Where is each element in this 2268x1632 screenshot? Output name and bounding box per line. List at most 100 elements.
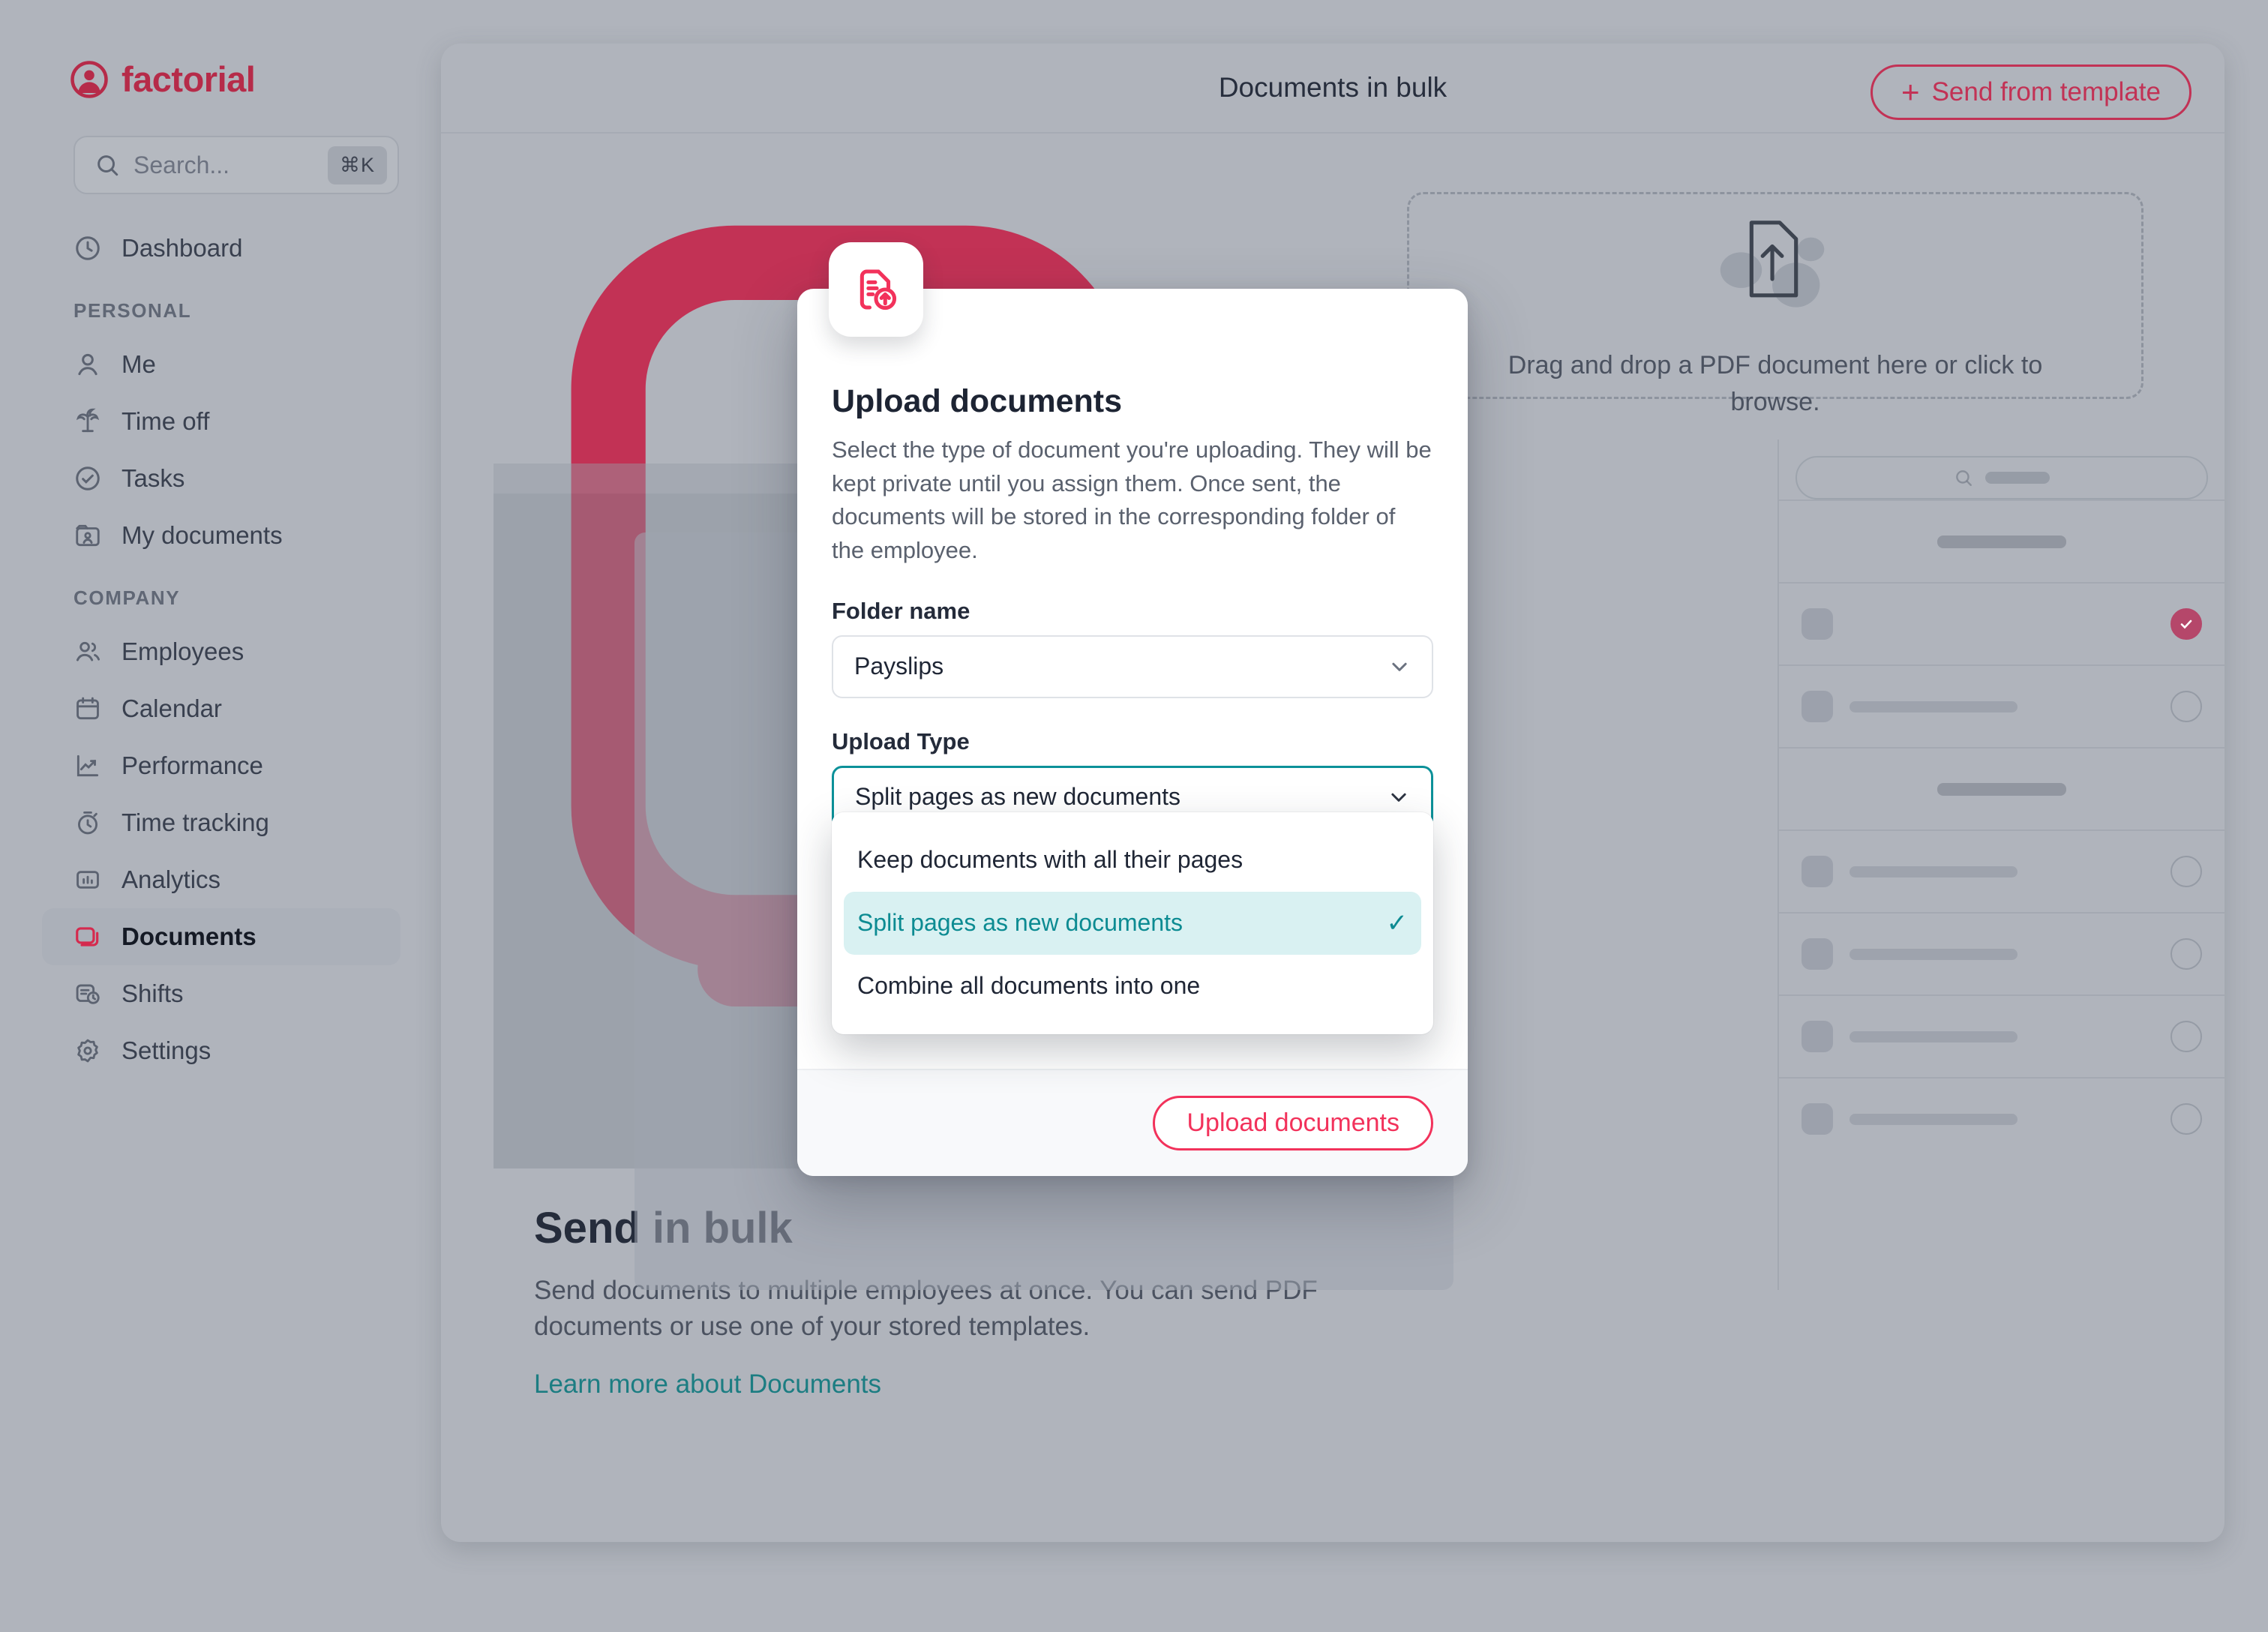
- status-badge: [2170, 856, 2202, 887]
- skeleton-bar: [1937, 782, 2066, 796]
- folder-name-select[interactable]: Payslips: [832, 634, 1433, 698]
- sidebar-item-label: Analytics: [122, 866, 221, 893]
- modal-footer: Upload documents: [797, 1068, 1468, 1176]
- avatar: [1802, 1103, 1833, 1135]
- list-item[interactable]: [1779, 830, 2224, 912]
- upload-type-field: Upload Type Split pages as new documents…: [832, 728, 1433, 1034]
- avatar: [1802, 691, 1833, 722]
- chart-up-icon: [74, 752, 102, 780]
- sidebar-item-label: Calendar: [122, 694, 222, 722]
- send-from-template-label: Send from template: [1931, 77, 2161, 106]
- calendar-icon: [74, 694, 102, 723]
- sidebar-item-label: Dashboard: [122, 234, 243, 262]
- list-item[interactable]: [1779, 994, 2224, 1077]
- sidebar-item-label: Performance: [122, 752, 263, 779]
- avatar: [1802, 1021, 1833, 1052]
- folder-name-field: Folder name Payslips: [832, 598, 1433, 698]
- sidebar-item-tasks[interactable]: Tasks: [42, 450, 400, 507]
- documents-icon: [74, 922, 102, 951]
- sidebar-item-settings[interactable]: Settings: [42, 1022, 400, 1079]
- sidebar-item-time-tracking[interactable]: Time tracking: [42, 794, 400, 851]
- skeleton-side-list: [1778, 440, 2224, 1290]
- sidebar-item-label: Employees: [122, 638, 244, 665]
- dropdown-option-combine-all[interactable]: Combine all documents into one: [844, 955, 1421, 1018]
- sidebar-item-me[interactable]: Me: [42, 336, 400, 393]
- sidebar-item-label: Settings: [122, 1036, 212, 1064]
- check-circle-icon: [74, 464, 102, 493]
- document-upload-icon: [829, 242, 923, 337]
- dropdown-option-keep-pages[interactable]: Keep documents with all their pages: [844, 829, 1421, 892]
- bar-chart-icon: [74, 866, 102, 894]
- list-item[interactable]: [1779, 664, 2224, 747]
- sidebar: factorial Search... ⌘K Dashboard PERSONA: [0, 0, 442, 1632]
- panel-header: Documents in bulk + Send from template: [441, 44, 2224, 134]
- sidebar-item-shifts[interactable]: Shifts: [42, 965, 400, 1022]
- palm-tree-icon: [74, 407, 102, 436]
- folder-person-icon: [74, 521, 102, 550]
- skeleton-bar: [1850, 1030, 2018, 1042]
- list-item[interactable]: [1779, 912, 2224, 994]
- dropdown-option-label: Keep documents with all their pages: [857, 846, 1244, 873]
- chevron-down-icon: [1388, 656, 1411, 678]
- sidebar-item-label: Me: [122, 350, 156, 378]
- skeleton-bar: [1985, 472, 2050, 484]
- sidebar-item-performance[interactable]: Performance: [42, 737, 400, 794]
- modal-heading: Upload documents: [832, 383, 1123, 419]
- modal-description: Select the type of document you're uploa…: [832, 436, 1432, 563]
- sidebar-item-label: Time off: [122, 407, 210, 435]
- dropdown-option-split-pages[interactable]: Split pages as new documents ✓: [844, 891, 1421, 955]
- status-badge: [2170, 1021, 2202, 1052]
- search-icon: [1954, 468, 1973, 488]
- brand-name: factorial: [122, 59, 256, 99]
- avatar: [1802, 856, 1833, 887]
- upload-type-value: Split pages as new documents: [855, 783, 1181, 810]
- people-icon: [74, 638, 102, 666]
- status-badge: [2170, 691, 2202, 722]
- sidebar-item-employees[interactable]: Employees: [42, 623, 400, 680]
- sidebar-item-label: Documents: [122, 922, 256, 950]
- sidebar-item-label: Tasks: [122, 464, 185, 492]
- clock-icon: [74, 234, 102, 262]
- stopwatch-icon: [74, 808, 102, 837]
- upload-documents-button[interactable]: Upload documents: [1153, 1095, 1433, 1150]
- sidebar-item-label: Time tracking: [122, 808, 269, 836]
- page-title: Documents in bulk: [1218, 72, 1448, 103]
- skeleton-bar: [1937, 535, 2066, 548]
- search-input[interactable]: Search... ⌘K: [74, 136, 399, 194]
- list-group-header: [1779, 500, 2224, 582]
- skeleton-bar: [1850, 948, 2018, 960]
- person-icon: [74, 350, 102, 379]
- list-item[interactable]: [1779, 582, 2224, 664]
- pdf-dropzone[interactable]: Drag and drop a PDF document here or cli…: [1407, 192, 2144, 416]
- search-shortcut: ⌘K: [327, 146, 387, 184]
- dropdown-option-label: Split pages as new documents: [857, 909, 1184, 936]
- shifts-clock-icon: [74, 980, 102, 1008]
- sidebar-item-label: Shifts: [122, 980, 184, 1007]
- folder-name-value: Payslips: [854, 652, 944, 680]
- avatar: [1802, 938, 1833, 970]
- dropzone-text: Drag and drop a PDF document here or cli…: [1508, 351, 2043, 417]
- status-badge: [2170, 1103, 2202, 1135]
- status-badge: [2170, 608, 2202, 640]
- status-badge: [2170, 938, 2202, 970]
- sidebar-section-personal: PERSONAL: [74, 299, 192, 322]
- sidebar-item-my-documents[interactable]: My documents: [42, 507, 400, 564]
- skeleton-bar: [1850, 700, 2018, 712]
- skeleton-search-field: [1796, 456, 2208, 500]
- learn-more-link[interactable]: Learn more about Documents: [534, 1370, 881, 1400]
- cloud-upload-file-icon: [1704, 208, 1846, 319]
- sidebar-item-calendar[interactable]: Calendar: [42, 680, 400, 737]
- search-placeholder: Search...: [134, 151, 230, 178]
- sidebar-item-documents[interactable]: Documents: [42, 908, 400, 965]
- sidebar-item-analytics[interactable]: Analytics: [42, 851, 400, 908]
- modal-body: Upload documents Select the type of docu…: [797, 289, 1468, 1034]
- sidebar-item-label: My documents: [122, 521, 283, 549]
- sidebar-item-time-off[interactable]: Time off: [42, 393, 400, 450]
- list-item[interactable]: [1779, 1077, 2224, 1160]
- brand[interactable]: factorial: [0, 45, 442, 100]
- plus-icon: +: [1901, 74, 1920, 110]
- gear-icon: [74, 1036, 102, 1065]
- factorial-logo-icon: [69, 59, 110, 100]
- send-from-template-button[interactable]: + Send from template: [1870, 64, 2192, 120]
- sidebar-item-dashboard[interactable]: Dashboard: [42, 220, 400, 277]
